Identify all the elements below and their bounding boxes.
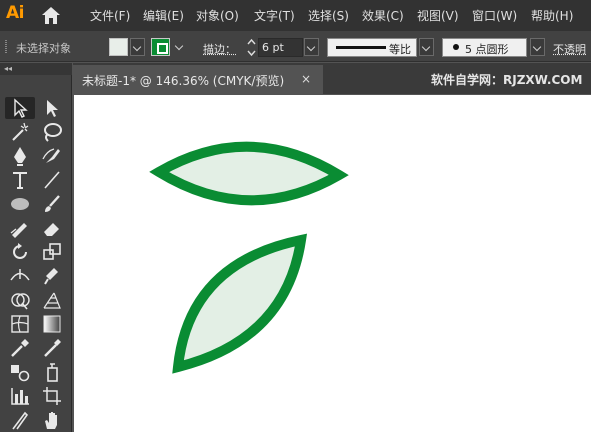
- ellipse-tool-icon[interactable]: [8, 193, 32, 215]
- gradient-tool-icon[interactable]: [40, 313, 64, 335]
- leaf-shape-horizontal[interactable]: [149, 141, 349, 206]
- menu-select[interactable]: 选择(S): [308, 7, 349, 24]
- selection-status: 未选择对象: [16, 42, 71, 55]
- brush-dot-preview: [453, 44, 459, 50]
- home-icon[interactable]: [41, 6, 61, 25]
- eraser-tool-icon[interactable]: [40, 217, 64, 239]
- menu-edit[interactable]: 编辑(E): [143, 7, 184, 24]
- stroke-label[interactable]: 描边：: [203, 41, 236, 57]
- profile-label: 等比: [389, 43, 411, 56]
- menu-view[interactable]: 视图(V): [417, 7, 459, 24]
- width-tool-icon[interactable]: [8, 265, 32, 287]
- brush-dropdown[interactable]: [530, 38, 545, 56]
- direct-selection-tool-icon[interactable]: [40, 97, 64, 119]
- stroke-weight-dropdown[interactable]: [304, 38, 319, 56]
- stroke-weight-input[interactable]: 6 pt: [258, 38, 303, 57]
- illustrator-window: Ai 文件(F) 编辑(E) 对象(O) 文字(T) 选择(S) 效果(C) 视…: [0, 0, 591, 432]
- blend-tool-icon[interactable]: [8, 361, 32, 383]
- eyedropper-tool-icon[interactable]: [8, 337, 32, 359]
- profile-line-preview: [336, 46, 386, 49]
- menu-effect[interactable]: 效果(C): [362, 7, 404, 24]
- line-segment-tool-icon[interactable]: [40, 169, 64, 191]
- menu-bar: Ai 文件(F) 编辑(E) 对象(O) 文字(T) 选择(S) 效果(C) 视…: [0, 0, 591, 31]
- perspective-grid-tool-icon[interactable]: [40, 289, 64, 311]
- menu-file[interactable]: 文件(F): [90, 7, 130, 24]
- puppet-warp-tool-icon[interactable]: [40, 265, 64, 287]
- pen-tool-icon[interactable]: [8, 145, 32, 167]
- menu-window[interactable]: 窗口(W): [472, 7, 517, 24]
- stroke-weight-stepper[interactable]: [245, 37, 258, 58]
- menu-help[interactable]: 帮助(H): [531, 7, 573, 24]
- control-bar-grip[interactable]: [5, 40, 7, 53]
- artboard-canvas[interactable]: [74, 95, 591, 432]
- app-logo: Ai: [6, 3, 24, 23]
- mesh-tool-icon[interactable]: [8, 313, 32, 335]
- selection-tool-icon[interactable]: [8, 97, 32, 119]
- shape-builder-tool-icon[interactable]: [8, 289, 32, 311]
- slice-tool-icon[interactable]: [8, 409, 32, 431]
- paintbrush-tool-icon[interactable]: [40, 193, 64, 215]
- watermark-text: 软件自学网：RJZXW.COM: [431, 73, 583, 87]
- symbol-sprayer-tool-icon[interactable]: [40, 361, 64, 383]
- profile-dropdown[interactable]: [419, 38, 434, 56]
- opacity-label[interactable]: 不透明: [553, 41, 586, 57]
- stroke-dropdown-button[interactable]: [173, 38, 188, 56]
- measure-tool-icon[interactable]: [40, 337, 64, 359]
- curvature-tool-icon[interactable]: [40, 145, 64, 167]
- shaper-tool-icon[interactable]: [8, 217, 32, 239]
- menu-type[interactable]: 文字(T): [254, 7, 295, 24]
- rotate-tool-icon[interactable]: [8, 241, 32, 263]
- close-tab-icon[interactable]: ×: [301, 72, 311, 86]
- type-tool-icon[interactable]: [8, 169, 32, 191]
- brush-label: 5 点圆形: [465, 43, 509, 56]
- artboard-tool-icon[interactable]: [40, 385, 64, 407]
- hand-tool-icon[interactable]: [40, 409, 64, 431]
- scale-tool-icon[interactable]: [40, 241, 64, 263]
- document-tab-title: 未标题-1* @ 146.36% (CMYK/预览): [82, 74, 285, 88]
- menu-object[interactable]: 对象(O): [196, 7, 239, 24]
- fill-dropdown-button[interactable]: [130, 38, 145, 56]
- fill-color-swatch[interactable]: [109, 38, 128, 56]
- artwork: [149, 141, 349, 374]
- magic-wand-tool-icon[interactable]: [8, 121, 32, 143]
- leaf-shape-diagonal[interactable]: [172, 233, 308, 374]
- column-graph-tool-icon[interactable]: [8, 385, 32, 407]
- lasso-tool-icon[interactable]: [40, 121, 64, 143]
- tools-panel-collapse[interactable]: ◂◂: [0, 63, 72, 75]
- stroke-color-swatch[interactable]: [151, 38, 170, 56]
